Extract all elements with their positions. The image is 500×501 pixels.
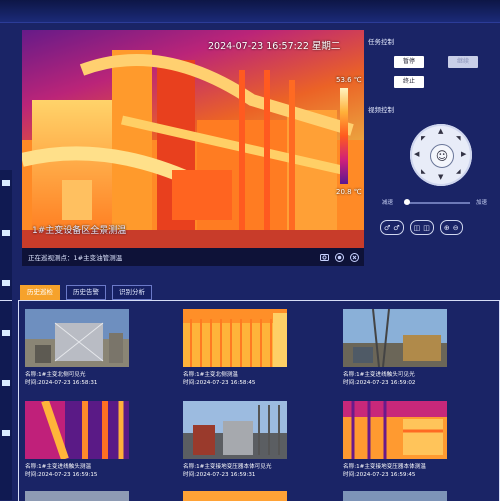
side-marker [2,180,10,186]
ptz-right-icon[interactable]: ▶ [461,150,466,158]
side-marker [2,280,10,286]
control-panel: 任务控制 暂停 继续 终止 视频控制 ▲ ▼ ◀ ▶ ◤ ◥ ◣ ◢ ☺ 减速 … [368,30,500,270]
focus-icon: ♂ [393,223,400,232]
card-time: 时间:2024-07-23 16:58:31 [25,380,98,386]
speed-slider[interactable]: 减速 加速 [382,198,494,208]
record-icon[interactable] [334,252,344,262]
card-name: 名称:1#主变接地变压器本体可见光 [183,464,272,470]
temp-max-label: 53.6 ℃ [336,76,362,84]
card-time: 时间:2024-07-23 16:59:02 [343,380,416,386]
top-header-bar [0,0,500,23]
speed-decrease-label: 减速 [382,200,394,206]
gallery-card[interactable]: 名称:1#主变进线触头可见光 时间:2024-07-23 16:59:02 [343,308,453,387]
thumbnail-visible [343,308,447,368]
temperature-scale-bar [340,88,348,184]
lens-controls: ♂ ♂ ◫ ◫ ⊕ ⊖ [380,220,500,235]
focus-icon: ♂ [384,223,391,232]
ptz-left-icon[interactable]: ◀ [414,150,419,158]
thumbnail-thermal [25,399,129,461]
pause-button[interactable]: 暂停 [394,56,424,68]
card-time: 时间:2024-07-23 16:59:45 [343,472,416,478]
left-pane-edge [0,300,12,501]
temp-min-label: 20.8 ℃ [336,188,362,196]
video-timestamp: 2024-07-23 16:57:22 星期二 [208,41,341,52]
history-gallery: 名称:1#主变北侧可见光 时间:2024-07-23 16:58:31 名称:1… [18,300,500,501]
ptz-downright-icon[interactable]: ◢ [456,168,461,175]
side-marker [2,230,10,236]
ptz-center-icon[interactable]: ☺ [430,144,454,168]
card-name: 名称:1#主变接地变压器本体测温 [343,464,426,470]
gallery-card[interactable]: 名称:1#主变北侧可见光 时间:2024-07-23 16:58:31 [25,309,135,387]
tab-history-inspection[interactable]: 历史巡检 [20,285,60,300]
ptz-upleft-icon[interactable]: ◤ [421,135,426,142]
gallery-card[interactable]: 名称:1#主变进线触头测温 时间:2024-07-23 16:59:15 [25,399,135,479]
ptz-downleft-icon[interactable]: ◣ [421,168,426,175]
thumbnail-thermal [343,401,447,459]
card-time: 时间:2024-07-23 16:59:15 [25,472,98,478]
speed-increase-label: 加速 [476,200,488,206]
gallery-card[interactable]: 名称:1#主变北侧测温 时间:2024-07-23 16:58:45 [183,309,293,387]
ptz-up-icon[interactable]: ▲ [438,127,443,135]
thumbnail-visible [183,401,287,459]
stop-button[interactable]: 终止 [394,76,424,88]
snapshot-icon[interactable] [319,252,329,262]
iris-icon: ◫ [413,223,421,232]
focus-button[interactable]: ♂ ♂ [380,220,404,235]
task-control-title: 任务控制 [368,38,394,46]
inspect-point-label: 正在巡视测点：1#主变油管测温 [28,254,123,262]
tab-history-alarm[interactable]: 历史告警 [66,285,106,300]
speed-track[interactable] [404,202,470,204]
tab-recognition-analysis[interactable]: 识别分析 [112,285,152,300]
thumbnail-thermal [183,309,287,367]
card-name: 名称:1#主变北侧测温 [183,372,238,378]
preset-icon: ⊖ [452,223,459,232]
ptz-control-title: 视频控制 [368,106,394,114]
video-location-overlay: 1#主变设备区全景测温 [32,226,127,236]
video-status-bar: 正在巡视测点：1#主变油管测温 [22,248,364,266]
card-name: 名称:1#主变进线触头测温 [25,464,92,470]
ptz-down-icon[interactable]: ▼ [438,173,443,181]
gallery-card[interactable]: 名称:1#主变接地变压器本体可见光 时间:2024-07-23 16:59:31 [183,401,293,479]
card-time: 时间:2024-07-23 16:58:45 [183,380,256,386]
card-name: 名称:1#主变北侧可见光 [25,372,86,378]
speed-knob[interactable] [404,199,410,205]
thermal-video-feed[interactable]: 2024-07-23 16:57:22 星期二 1#主变设备区全景测温 53.6… [22,30,364,266]
thumbnail-visible [25,309,129,367]
continue-button[interactable]: 继续 [448,56,478,68]
card-name: 名称:1#主变进线触头可见光 [343,372,415,378]
iris-button[interactable]: ◫ ◫ [409,220,434,235]
history-tabs: 历史巡检 历史告警 识别分析 [20,285,152,300]
ptz-joystick[interactable]: ▲ ▼ ◀ ▶ ◤ ◥ ◣ ◢ ☺ [410,124,472,186]
ptz-upright-icon[interactable]: ◥ [456,135,461,142]
card-time: 时间:2024-07-23 16:59:31 [183,472,256,478]
fullscreen-icon[interactable] [349,252,359,262]
gallery-card[interactable]: 名称:1#主变接地变压器本体测温 时间:2024-07-23 16:59:45 [343,401,453,479]
preset-button[interactable]: ⊕ ⊖ [439,220,463,235]
preset-icon: ⊕ [443,223,450,232]
iris-icon: ◫ [423,223,430,232]
